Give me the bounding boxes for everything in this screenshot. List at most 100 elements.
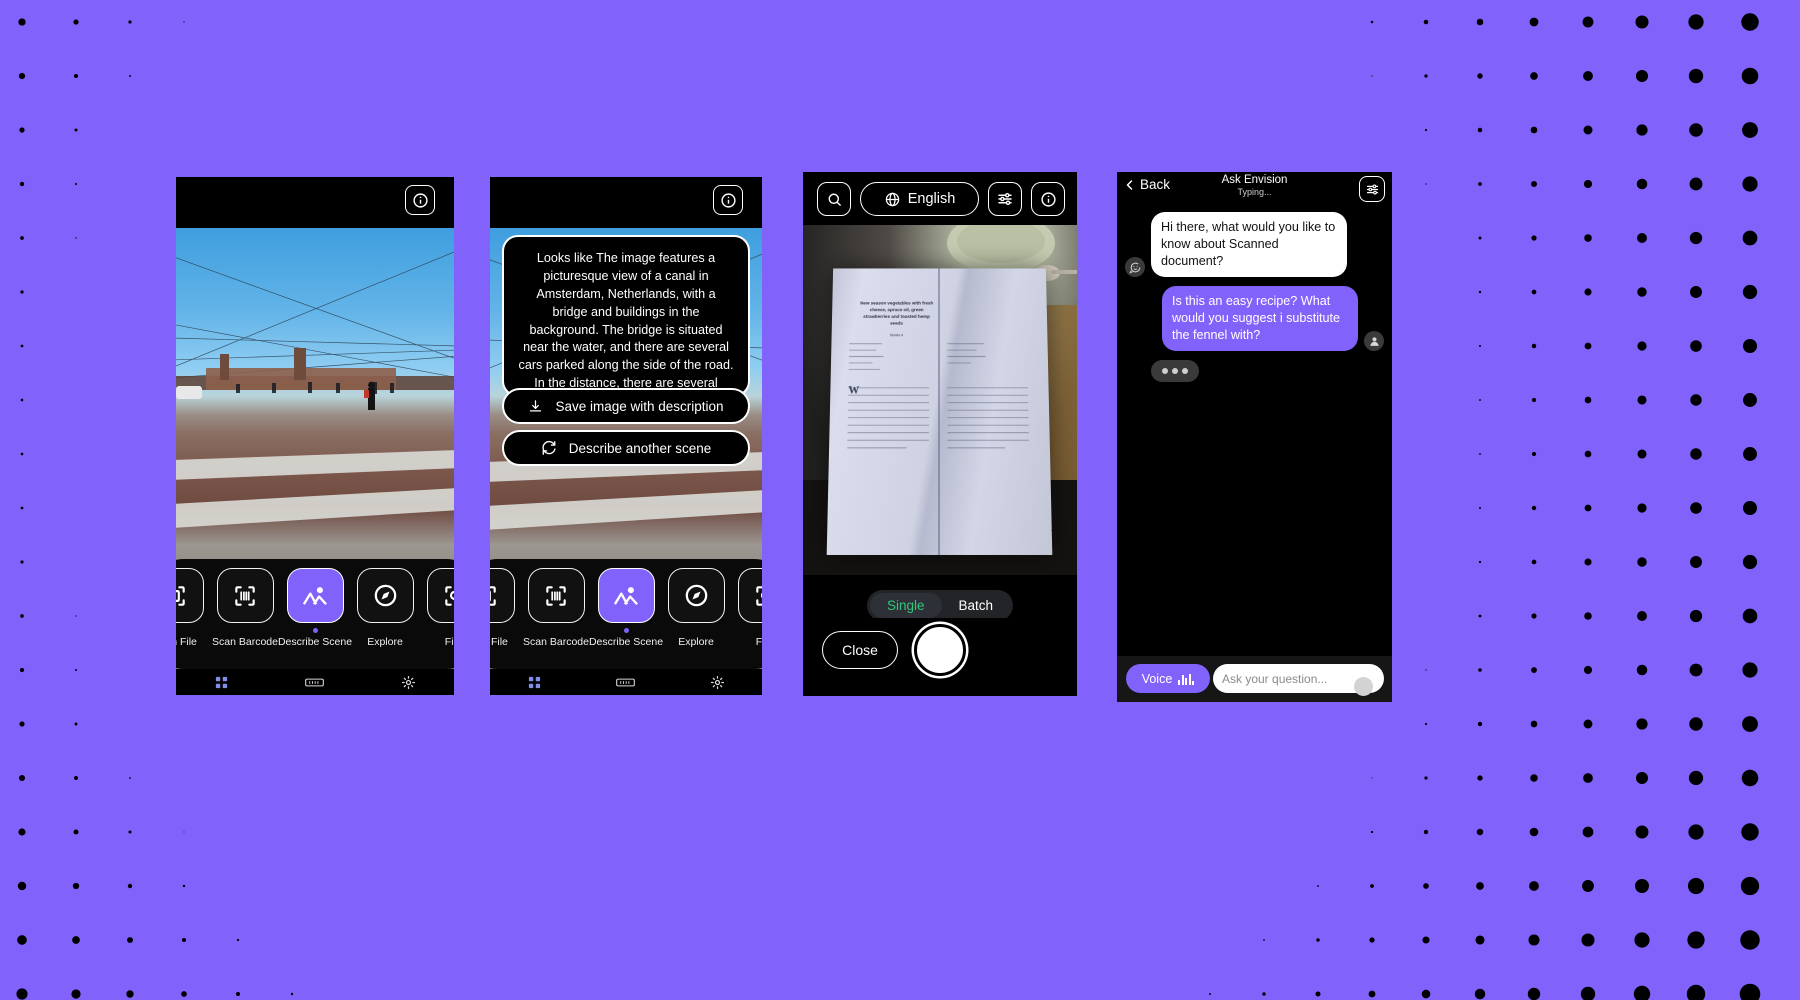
- barcode-icon: [527, 568, 585, 623]
- tab-scan-file[interactable]: Scan File: [176, 568, 204, 648]
- tab-scan-barcode[interactable]: Scan Barcode: [212, 568, 278, 648]
- find-icon: [426, 568, 454, 623]
- svg-text:W: W: [848, 383, 859, 395]
- smiley-chat-icon: [1125, 257, 1145, 277]
- tab-indicator-dot: [243, 628, 248, 633]
- ask-question-input[interactable]: Ask your question...: [1213, 664, 1384, 696]
- home-icon[interactable]: [527, 675, 542, 690]
- image-mountain-icon: [286, 568, 344, 623]
- tab-scan-file[interactable]: Scan File: [490, 568, 515, 648]
- info-icon[interactable]: [405, 185, 435, 215]
- typing-dot: [1162, 368, 1168, 374]
- capture-footer: Close: [803, 618, 1077, 696]
- mode-tab-dock: Scan File Scan Barcode: [176, 559, 454, 669]
- screen-document-scan: New season vegetables with fresh cheese,…: [803, 172, 1077, 696]
- sliders-icon[interactable]: [1359, 176, 1385, 202]
- tab-indicator-dot: [176, 628, 178, 633]
- status-text: Typing...: [1237, 187, 1272, 197]
- info-icon[interactable]: [1031, 182, 1065, 216]
- close-label: Close: [842, 642, 878, 658]
- page-title: Ask Envision: [1221, 174, 1288, 186]
- message-row-user: Is this an easy recipe? What would you s…: [1125, 286, 1384, 351]
- save-image-with-description-button[interactable]: Save image with description: [502, 388, 750, 424]
- scan-mode-toggle: Single Batch: [803, 590, 1077, 621]
- settings-gear-icon[interactable]: [401, 675, 416, 690]
- find-icon: [737, 568, 762, 623]
- recipe-serves: Serves 4: [890, 332, 904, 337]
- tab-label: Scan File: [490, 636, 508, 648]
- voice-label: Voice: [1141, 671, 1173, 686]
- typing-dot: [1172, 368, 1178, 374]
- camera-preview-document: New season vegetables with fresh cheese,…: [803, 225, 1077, 575]
- recipe-title: New season vegetables with fresh cheese,…: [860, 300, 934, 326]
- chat-bubble-assistant: Hi there, what would you like to know ab…: [1151, 212, 1347, 277]
- mode-option-batch[interactable]: Batch: [942, 593, 1011, 618]
- input-placeholder: Ask your question...: [1222, 671, 1328, 686]
- recipe-body-lines: W: [846, 339, 1034, 518]
- download-icon: [530, 399, 542, 411]
- magnifier-icon[interactable]: [817, 182, 851, 216]
- settings-gear-icon[interactable]: [710, 675, 725, 690]
- tab-find[interactable]: Find: [737, 568, 762, 648]
- sliders-icon[interactable]: [988, 182, 1022, 216]
- tab-scan-barcode[interactable]: Scan Barcode: [523, 568, 589, 648]
- tab-indicator-dot: [453, 628, 455, 633]
- language-label: English: [907, 191, 956, 207]
- chat-title-block: Ask Envision Typing...: [1222, 174, 1288, 197]
- open-book: New season vegetables with fresh cheese,…: [827, 267, 1053, 555]
- top-bar: [176, 177, 454, 228]
- tab-label: Find: [755, 636, 762, 648]
- describe-another-scene-button[interactable]: Describe another scene: [502, 430, 750, 466]
- tab-label: Scan Barcode: [523, 636, 589, 648]
- waveform-icon: [1178, 673, 1195, 685]
- top-bar: English: [803, 172, 1077, 225]
- scene-description-text: Looks like The image features a pictures…: [518, 251, 734, 395]
- tab-describe-scene[interactable]: Describe Scene: [278, 568, 352, 648]
- typing-dot: [1182, 368, 1188, 374]
- tab-explore[interactable]: Explore: [667, 568, 725, 648]
- tab-indicator-dot: [694, 628, 699, 633]
- compass-icon: [356, 568, 414, 623]
- chat-input-bar: Voice Ask your question...: [1117, 656, 1392, 702]
- send-circle-icon[interactable]: [1354, 677, 1373, 696]
- typing-indicator: [1151, 360, 1199, 382]
- tab-label: Explore: [367, 636, 403, 648]
- message-row-typing: [1125, 360, 1384, 382]
- tab-label: Describe Scene: [277, 636, 353, 648]
- screen-ask-envision-chat: Back Ask Envision Typing... Hi there, wh…: [1117, 172, 1392, 702]
- refresh-icon: [542, 440, 556, 455]
- tab-explore[interactable]: Explore: [356, 568, 414, 648]
- tab-indicator-dot: [312, 628, 318, 633]
- tab-label: Explore: [678, 636, 714, 648]
- voice-button[interactable]: Voice: [1126, 664, 1210, 693]
- again-label: Describe another scene: [568, 440, 712, 456]
- message-list: Hi there, what would you like to know ab…: [1117, 208, 1392, 656]
- back-label: Back: [1140, 177, 1171, 192]
- recents-icon[interactable]: [616, 676, 636, 689]
- compass-icon: [667, 568, 725, 623]
- image-mountain-icon: [597, 568, 655, 623]
- recents-icon[interactable]: [305, 676, 325, 689]
- tab-indicator-dot: [554, 628, 559, 633]
- language-selector[interactable]: English: [860, 182, 979, 216]
- close-button[interactable]: Close: [822, 631, 898, 669]
- back-button[interactable]: Back: [1124, 177, 1170, 192]
- scene-description-card[interactable]: Looks like The image features a pictures…: [502, 235, 750, 397]
- tab-label: Scan Barcode: [212, 636, 278, 648]
- screen-describe-scene-camera: Scan File Scan Barcode: [176, 177, 454, 695]
- tab-describe-scene[interactable]: Describe Scene: [589, 568, 663, 648]
- info-icon[interactable]: [713, 185, 743, 215]
- document-scan-icon: [176, 568, 204, 623]
- tab-label: Describe Scene: [588, 636, 664, 648]
- shutter-button[interactable]: [914, 624, 966, 676]
- mode-tab-dock: Scan File Scan Barcode: [490, 559, 762, 669]
- chevron-left-icon: [1126, 179, 1133, 190]
- top-bar: [490, 177, 762, 228]
- mode-option-single[interactable]: Single: [869, 593, 942, 618]
- android-navbar: [490, 669, 762, 695]
- chat-bubble-user: Is this an easy recipe? What would you s…: [1162, 286, 1358, 351]
- home-icon[interactable]: [214, 675, 229, 690]
- tab-find[interactable]: Find: [426, 568, 455, 648]
- globe-icon: [885, 192, 899, 206]
- tab-indicator-dot: [623, 628, 629, 633]
